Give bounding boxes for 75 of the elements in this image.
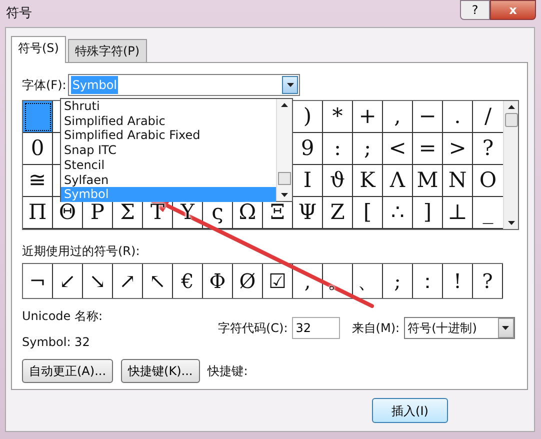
recent-symbol-cell[interactable]: ! (443, 264, 473, 298)
unicode-name-value: Symbol: 32 (22, 334, 91, 351)
symbol-cell[interactable]: ] (413, 197, 443, 229)
help-button[interactable]: ? (460, 0, 490, 20)
char-code-field[interactable]: 32 (292, 317, 340, 339)
recent-symbol-cell[interactable]: ↗ (113, 264, 143, 298)
symbol-cell[interactable]: Λ (383, 165, 413, 197)
symbol-cell[interactable]: Κ (353, 165, 383, 197)
recent-symbol-cell[interactable]: 。 (323, 264, 353, 298)
dropdown-button[interactable] (282, 76, 298, 94)
symbol-cell[interactable]: Ν (443, 165, 473, 197)
recent-symbol-cell[interactable]: ? (473, 264, 503, 298)
recent-symbol-cell[interactable]: ↘ (83, 264, 113, 298)
insert-button[interactable]: 插入(I) (372, 398, 448, 423)
symbol-cell[interactable]: ⊥ (443, 197, 473, 229)
dropdown-option[interactable]: Snap ITC (61, 143, 276, 158)
scroll-down-icon (281, 193, 288, 197)
dropdown-option[interactable]: Stencil (61, 158, 276, 173)
recent-symbol-cell[interactable]: 、 (353, 264, 383, 298)
font-label: 字体(F): (22, 77, 66, 94)
shortcut-label: 快捷键: (208, 363, 248, 380)
symbol-cell[interactable]: : (323, 133, 353, 165)
from-select[interactable]: 符号(十进制) (404, 317, 515, 339)
dialog-button[interactable]: 快捷键(K)... (121, 359, 200, 383)
scroll-up-icon (508, 105, 514, 109)
symbol-cell[interactable]: Π (23, 197, 53, 229)
dropdown-option[interactable]: Shruti (61, 99, 276, 114)
tab[interactable]: 符号(S) (11, 36, 66, 63)
symbol-cell[interactable]: − (413, 101, 443, 133)
symbol-cell[interactable]: Ψ (293, 197, 323, 229)
dropdown-option[interactable]: Simplified Arabic (61, 114, 276, 128)
recent-symbol-cell[interactable]: , (293, 264, 323, 298)
symbol-cell[interactable] (23, 101, 53, 133)
char-code-label: 字符代码(C): (218, 320, 288, 337)
recent-symbol-cell[interactable]: € (173, 264, 203, 298)
recent-symbols-label: 近期使用过的符号(R): (22, 243, 141, 260)
window-title: 符号 (6, 4, 32, 23)
caret-icon (502, 326, 510, 330)
dropdown-option[interactable]: Simplified Arabic Fixed (61, 128, 276, 144)
recent-symbol-cell[interactable]: ↙ (53, 264, 83, 298)
recent-symbol-cell[interactable]: Φ (203, 264, 233, 298)
symbol-cell[interactable]: = (413, 133, 443, 165)
symbol-cell[interactable]: 0 (23, 133, 53, 165)
scrollbar[interactable] (503, 101, 518, 229)
from-label: 来自(M): (352, 320, 400, 337)
symbol-cell[interactable]: Μ (413, 165, 443, 197)
scroll-thumb[interactable] (278, 172, 291, 184)
symbol-cell[interactable]: ; (353, 133, 383, 165)
dropdown-button[interactable] (498, 318, 514, 338)
symbol-cell[interactable]: ϑ (323, 165, 353, 197)
symbol-cell[interactable]: ≅ (23, 165, 53, 197)
recent-symbol-cell[interactable]: ： (413, 264, 443, 298)
symbol-cell[interactable]: + (353, 101, 383, 133)
symbol-cell[interactable]: * (323, 101, 353, 133)
tab[interactable]: 特殊字符(P) (68, 39, 147, 62)
symbol-cell[interactable]: ∴ (383, 197, 413, 229)
caret-icon (286, 83, 294, 87)
dropdown-option[interactable]: Sylfaen (61, 172, 276, 188)
symbol-cell[interactable]: > (443, 133, 473, 165)
unicode-name-label: Unicode 名称: (22, 308, 104, 325)
symbol-cell[interactable]: [ (353, 197, 383, 229)
scroll-thumb[interactable] (504, 113, 518, 127)
symbol-cell[interactable]: Ζ (323, 197, 353, 229)
symbol-cell[interactable]: , (383, 101, 413, 133)
scrollbar[interactable] (276, 99, 292, 201)
scroll-down-icon (508, 221, 514, 225)
recent-symbol-cell[interactable]: ; (383, 264, 413, 298)
symbol-cell[interactable]: . (443, 101, 473, 133)
symbol-cell[interactable]: < (383, 133, 413, 165)
scroll-up-icon (281, 103, 288, 107)
recent-symbol-cell[interactable]: Ø (233, 264, 263, 298)
recent-symbol-cell[interactable]: ¬ (23, 264, 53, 298)
recent-symbol-cell[interactable]: ↖ (143, 264, 173, 298)
dialog-button[interactable]: 自动更正(A)... (22, 359, 114, 383)
recent-symbol-cell[interactable]: ☑ (263, 264, 293, 298)
